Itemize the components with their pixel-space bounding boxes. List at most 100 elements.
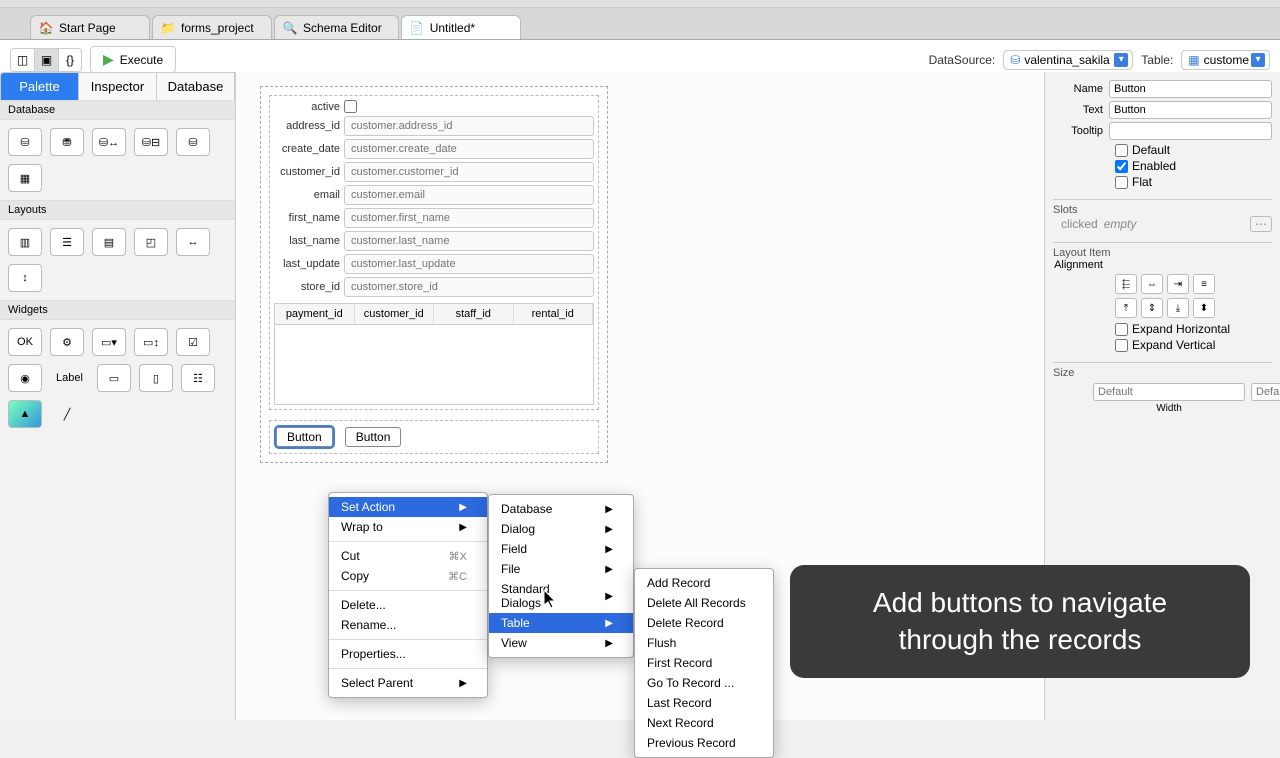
layout-splitter-v[interactable]: ↕: [8, 264, 42, 292]
align-top[interactable]: ⤒: [1115, 298, 1137, 318]
ctx-delete-record[interactable]: Delete Record: [635, 613, 773, 633]
layout-columns-icon[interactable]: ◫: [10, 48, 34, 72]
ctx-next-record[interactable]: Next Record: [635, 713, 773, 733]
ctx-select-parent[interactable]: Select Parent▶: [329, 673, 487, 693]
ctx-file[interactable]: File▶: [489, 559, 633, 579]
input-address-id[interactable]: [344, 116, 594, 136]
ctx-first-record[interactable]: First Record: [635, 653, 773, 673]
ctx-rename[interactable]: Rename...: [329, 615, 487, 635]
widget-gear[interactable]: ⚙: [50, 328, 84, 356]
align-bottom[interactable]: ⤓: [1167, 298, 1189, 318]
align-right[interactable]: ⇥: [1167, 274, 1189, 294]
expand-h-check[interactable]: [1115, 323, 1128, 336]
field-last-name[interactable]: last_name: [274, 231, 594, 251]
ctx-view[interactable]: View▶: [489, 633, 633, 653]
db-widget-1[interactable]: ⛁: [8, 128, 42, 156]
field-customer-id[interactable]: customer_id: [274, 162, 594, 182]
table-body[interactable]: [274, 325, 594, 405]
align-hcenter[interactable]: ⇔: [1141, 274, 1163, 294]
ctx-delete[interactable]: Delete...: [329, 595, 487, 615]
tab-untitled[interactable]: 📄 Untitled*: [401, 15, 521, 39]
input-last-update[interactable]: [344, 254, 594, 274]
ctx-previous-record[interactable]: Previous Record: [635, 733, 773, 753]
layout-columns[interactable]: ▥: [8, 228, 42, 256]
ctx-database[interactable]: Database▶: [489, 499, 633, 519]
input-store-id[interactable]: [344, 277, 594, 297]
form-button-1[interactable]: Button: [276, 427, 333, 447]
db-widget-3[interactable]: ⛁↔: [92, 128, 126, 156]
layout-form[interactable]: ▤: [92, 228, 126, 256]
widget-image[interactable]: ▲: [8, 400, 42, 428]
field-active[interactable]: active: [274, 100, 594, 113]
widget-radio[interactable]: ◉: [8, 364, 42, 392]
ctx-menu-action-type[interactable]: Database▶ Dialog▶ Field▶ File▶ Standard …: [488, 494, 634, 658]
expand-v-check[interactable]: [1115, 339, 1128, 352]
input-last-name[interactable]: [344, 231, 594, 251]
field-store-id[interactable]: store_id: [274, 277, 594, 297]
prop-flat-check[interactable]: [1115, 176, 1128, 189]
form-container[interactable]: active address_id create_date customer_i…: [260, 86, 608, 463]
widget-label[interactable]: Label: [50, 364, 89, 392]
table-select[interactable]: ▦ custome: [1181, 50, 1270, 70]
ctx-menu-main[interactable]: Set Action▶ Wrap to▶ Cut⌘X Copy⌘C Delete…: [328, 492, 488, 698]
slots-more-button[interactable]: ⋯: [1250, 216, 1272, 232]
prop-name-input[interactable]: [1109, 80, 1272, 98]
field-address-id[interactable]: address_id: [274, 116, 594, 136]
field-email[interactable]: email: [274, 185, 594, 205]
datasource-select[interactable]: ⛁ valentina_sakila: [1003, 50, 1133, 70]
align-stretch[interactable]: ⬍: [1193, 298, 1215, 318]
prop-enabled-check[interactable]: [1115, 160, 1128, 173]
widget-line[interactable]: ╱: [50, 400, 84, 428]
ctx-add-record[interactable]: Add Record: [635, 573, 773, 593]
widget-stepper[interactable]: ▭↕: [134, 328, 168, 356]
ctx-wrap-to[interactable]: Wrap to▶: [329, 517, 487, 537]
height-input[interactable]: [1251, 383, 1280, 401]
execute-button[interactable]: ▶ Execute: [90, 46, 176, 73]
braces-icon[interactable]: {}: [58, 48, 82, 72]
ctx-cut[interactable]: Cut⌘X: [329, 546, 487, 566]
ctx-field[interactable]: Field▶: [489, 539, 633, 559]
panel-tab-database[interactable]: Database: [157, 72, 235, 100]
ctx-flush[interactable]: Flush: [635, 633, 773, 653]
prop-text-input[interactable]: [1109, 101, 1272, 119]
checkbox-active[interactable]: [344, 100, 357, 113]
ctx-goto-record[interactable]: Go To Record ...: [635, 673, 773, 693]
form-button-2[interactable]: Button: [345, 427, 402, 447]
input-email[interactable]: [344, 185, 594, 205]
prop-tooltip-input[interactable]: [1109, 122, 1272, 140]
ctx-delete-all[interactable]: Delete All Records: [635, 593, 773, 613]
align-justify[interactable]: ≡: [1193, 274, 1215, 294]
layout-center-icon[interactable]: ▣: [34, 48, 58, 72]
db-widget-4[interactable]: ⛁⊟: [134, 128, 168, 156]
tab-start-page[interactable]: 🏠 Start Page: [30, 15, 150, 39]
widget-checkbox[interactable]: ☑: [176, 328, 210, 356]
ctx-properties[interactable]: Properties...: [329, 644, 487, 664]
layout-tabs[interactable]: ◰: [134, 228, 168, 256]
db-widget-2[interactable]: ⛃: [50, 128, 84, 156]
ctx-standard-dialogs[interactable]: Standard Dialogs▶: [489, 579, 633, 613]
ctx-menu-table-actions[interactable]: Add Record Delete All Records Delete Rec…: [634, 568, 774, 758]
view-mode-segment[interactable]: ◫ ▣ {}: [10, 48, 82, 72]
prop-default-check[interactable]: [1115, 144, 1128, 157]
width-input[interactable]: [1093, 383, 1245, 401]
layout-rows[interactable]: ☰: [50, 228, 84, 256]
layout-splitter-h[interactable]: ↔: [176, 228, 210, 256]
input-customer-id[interactable]: [344, 162, 594, 182]
ctx-copy[interactable]: Copy⌘C: [329, 566, 487, 586]
widget-list[interactable]: ☷: [181, 364, 215, 392]
input-create-date[interactable]: [344, 139, 594, 159]
ctx-last-record[interactable]: Last Record: [635, 693, 773, 713]
widget-button[interactable]: OK: [8, 328, 42, 356]
ctx-set-action[interactable]: Set Action▶: [329, 497, 487, 517]
align-vcenter[interactable]: ⇕: [1141, 298, 1163, 318]
widget-textfield[interactable]: ▭: [97, 364, 131, 392]
db-widget-5[interactable]: ⛁: [176, 128, 210, 156]
field-create-date[interactable]: create_date: [274, 139, 594, 159]
field-last-update[interactable]: last_update: [274, 254, 594, 274]
tab-forms-project[interactable]: 📁 forms_project: [152, 15, 272, 39]
field-first-name[interactable]: first_name: [274, 208, 594, 228]
widget-dropdown[interactable]: ▭▾: [92, 328, 126, 356]
align-left[interactable]: ⬱: [1115, 274, 1137, 294]
ctx-dialog[interactable]: Dialog▶: [489, 519, 633, 539]
db-widget-grid[interactable]: ▦: [8, 164, 42, 192]
